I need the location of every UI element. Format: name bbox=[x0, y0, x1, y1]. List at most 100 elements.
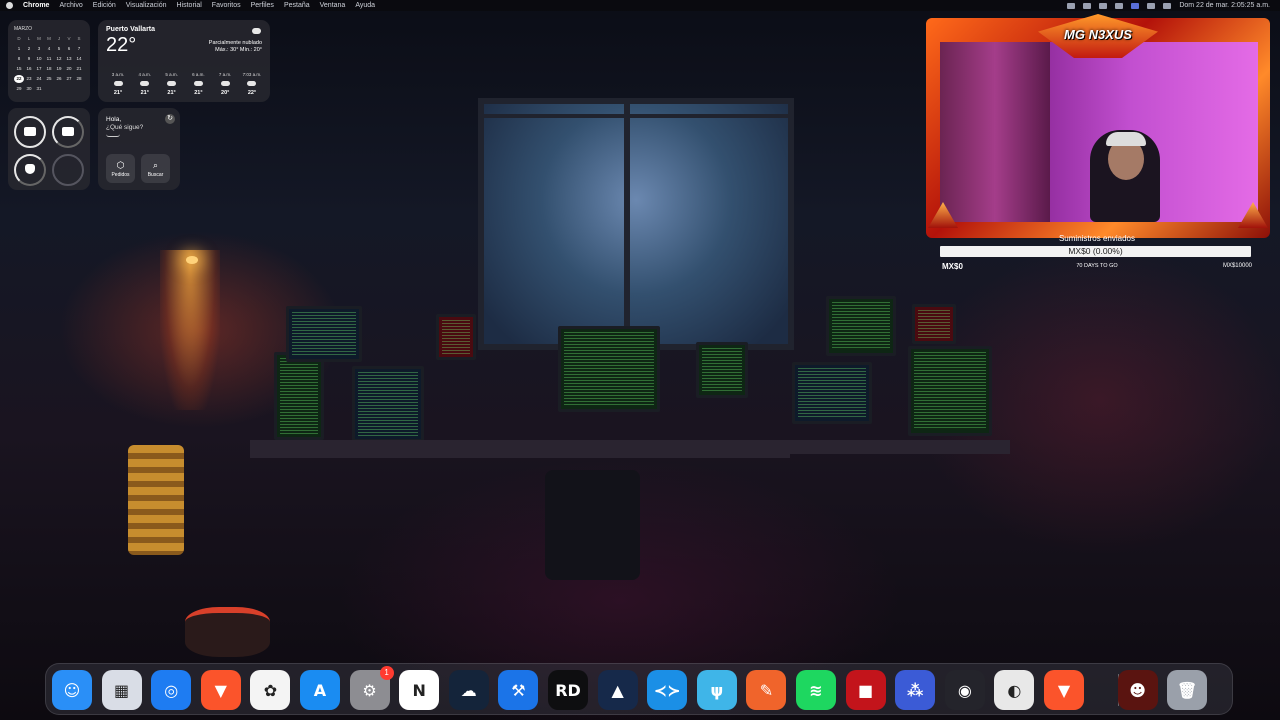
xcode-icon[interactable]: ⚒ bbox=[498, 670, 539, 710]
menu-perfiles[interactable]: Perfiles bbox=[251, 2, 274, 9]
menu-ayuda[interactable]: Ayuda bbox=[355, 2, 375, 9]
weather-widget[interactable]: Puerto Vallarta 22° Parcialmente nublado… bbox=[98, 20, 270, 102]
calendar-day bbox=[64, 85, 74, 93]
cloud-app-icon[interactable]: ☁ bbox=[448, 670, 489, 710]
menubar-clock[interactable]: Dom 22 de mar. 2:05:25 a.m. bbox=[1179, 2, 1270, 9]
calendar-day bbox=[54, 85, 64, 93]
calendar-dow: M bbox=[37, 36, 41, 41]
app-menu[interactable]: Chrome bbox=[23, 2, 49, 9]
photos-icon[interactable]: ✿ bbox=[250, 670, 291, 710]
hour-temp: 21° bbox=[113, 90, 123, 96]
weather-hour: 6 a.m. 21° bbox=[186, 72, 210, 96]
refresh-icon[interactable]: ↻ bbox=[165, 114, 175, 124]
avatar-icon[interactable]: ☻ bbox=[1117, 670, 1158, 710]
menu-visualizacion[interactable]: Visualización bbox=[126, 2, 167, 9]
menu-ventana[interactable]: Ventana bbox=[320, 2, 346, 9]
weather-hour: 7:03 a.m. 22° bbox=[240, 72, 264, 96]
hour-time: 7 a.m. bbox=[218, 72, 232, 77]
wallpaper-monitor bbox=[792, 362, 872, 424]
fork-icon[interactable]: ψ bbox=[696, 670, 737, 710]
launchpad-icon[interactable]: ▦ bbox=[101, 670, 142, 710]
menu-edicion[interactable]: Edición bbox=[93, 2, 116, 9]
network-stat-icon[interactable] bbox=[1083, 2, 1092, 9]
app-store-icon[interactable]: A bbox=[300, 670, 340, 710]
disk-stat-icon[interactable] bbox=[1115, 2, 1124, 9]
finder-icon[interactable]: ☺ bbox=[52, 670, 92, 710]
calendar-day: 23 bbox=[26, 76, 32, 81]
arc-icon[interactable]: ▲ bbox=[597, 670, 638, 710]
wifi-icon[interactable] bbox=[1147, 2, 1156, 9]
menu-historial[interactable]: Historial bbox=[177, 2, 202, 9]
box-icon: ⬡ bbox=[116, 159, 125, 170]
menu-favoritos[interactable]: Favoritos bbox=[212, 2, 241, 9]
apple-menu-icon[interactable] bbox=[6, 2, 13, 9]
calendar-day: 11 bbox=[46, 56, 52, 61]
hour-time: 7:03 a.m. bbox=[242, 72, 262, 77]
calendar-dow: M bbox=[47, 36, 51, 41]
calendar-day: 25 bbox=[46, 76, 52, 81]
notion-icon[interactable]: N bbox=[399, 670, 440, 710]
spotify-icon[interactable]: ≋ bbox=[796, 670, 836, 710]
sunrise-icon bbox=[247, 81, 257, 86]
calendar-day bbox=[44, 85, 54, 93]
suggestions-widget[interactable]: Hola, ¿Qué sigue? ↻ ⬡ Pedidos ⌕ Buscar bbox=[98, 108, 180, 190]
hour-temp: 21° bbox=[167, 90, 176, 96]
weather-hour: 4 a.m. 21° bbox=[133, 72, 157, 96]
chrome-icon[interactable]: ◐ bbox=[994, 670, 1035, 710]
streamer-cap bbox=[1106, 132, 1146, 146]
calendar-day: 1 bbox=[17, 46, 21, 51]
menu-bar: Chrome Archivo Edición Visualización His… bbox=[0, 0, 1280, 11]
rider-icon[interactable]: RD bbox=[548, 670, 588, 710]
pen-tool-icon[interactable]: ✎ bbox=[746, 670, 787, 710]
orders-button[interactable]: ⬡ Pedidos bbox=[106, 154, 135, 183]
airpods-icon bbox=[25, 164, 35, 174]
vscode-icon[interactable]: ≺≻ bbox=[647, 670, 688, 710]
wallpaper-monitor bbox=[558, 326, 660, 412]
avatar-icon-glyph: ☻ bbox=[1129, 680, 1146, 700]
calendar-day: 9 bbox=[27, 56, 31, 61]
system-settings-icon[interactable]: ⚙ 1 bbox=[349, 666, 394, 710]
weather-hourly: 3 a.m. 21° 4 a.m. 21° 5 a.m. 21° 6 a.m. … bbox=[106, 72, 264, 96]
safari-icon[interactable]: ◎ bbox=[151, 670, 192, 710]
trash-icon[interactable]: 🗑 bbox=[1167, 670, 1208, 710]
empty-battery-ring bbox=[52, 154, 84, 186]
wallpaper-monitor bbox=[286, 306, 362, 362]
cloud-moon-icon bbox=[220, 81, 230, 86]
calendar-widget[interactable]: MARZO D L M M J V S 1 2 3 4 5 6 7 8 9 10 11 12 13 14 15 16 17 18… bbox=[8, 20, 90, 102]
brave-2-icon-glyph: ▼ bbox=[1057, 680, 1071, 700]
calendar-day: 18 bbox=[46, 66, 52, 71]
wallpaper-monitor bbox=[274, 352, 324, 440]
calendar-day: 22 bbox=[14, 75, 24, 83]
red-app-icon[interactable]: ■ bbox=[845, 670, 886, 710]
pen-tool-icon-glyph: ✎ bbox=[759, 680, 774, 700]
calendar-day: 3 bbox=[37, 46, 41, 51]
control-center-icon[interactable] bbox=[1163, 2, 1172, 9]
menu-pestana[interactable]: Pestaña bbox=[284, 2, 310, 9]
menu-archivo[interactable]: Archivo bbox=[59, 2, 82, 9]
calendar-grid: D L M M J V S 1 2 3 4 5 6 7 8 9 10 11 12 13 14 15 16 17 18 19 20 21… bbox=[14, 35, 84, 93]
wallpaper-desk bbox=[780, 440, 1010, 454]
brave-icon[interactable]: ▼ bbox=[200, 670, 241, 710]
cpu-stat-icon[interactable] bbox=[1067, 2, 1076, 9]
calendar-day: 4 bbox=[47, 46, 51, 51]
wallpaper-stack bbox=[128, 445, 184, 555]
wallpaper-monitor bbox=[908, 346, 992, 436]
calendar-day: 17 bbox=[36, 66, 42, 71]
brave-icon-glyph: ▼ bbox=[214, 680, 227, 700]
hour-temp: 21° bbox=[194, 90, 203, 96]
calendar-day: 27 bbox=[66, 76, 72, 81]
screen-record-icon[interactable] bbox=[1131, 2, 1140, 9]
search-button[interactable]: ⌕ Buscar bbox=[141, 154, 170, 183]
brave-2-icon[interactable]: ▼ bbox=[1044, 670, 1084, 710]
weather-hour: 3 a.m. 21° bbox=[106, 72, 130, 96]
obs-icon[interactable]: ◉ bbox=[944, 670, 985, 710]
molecule-icon[interactable]: ⁂ bbox=[895, 670, 936, 710]
calendar-dow: D bbox=[17, 36, 21, 41]
dock: ☺ ▦ ◎ ▼ ✿ A ⚙ 1 N ☁ ⚒ RD ▲ ≺≻ ψ ✎ ≋ ■ ⁂ ◉ ◐ ▼ ☻ 🗑 bbox=[45, 663, 1233, 715]
batteries-widget[interactable] bbox=[8, 108, 90, 190]
cloud-moon-icon bbox=[113, 81, 123, 86]
weather-hour: 5 a.m. 21° bbox=[160, 72, 184, 96]
widget-question: ¿Qué sigue? bbox=[106, 124, 144, 131]
memory-stat-icon[interactable] bbox=[1099, 2, 1108, 9]
laptop-battery-ring bbox=[14, 116, 46, 148]
